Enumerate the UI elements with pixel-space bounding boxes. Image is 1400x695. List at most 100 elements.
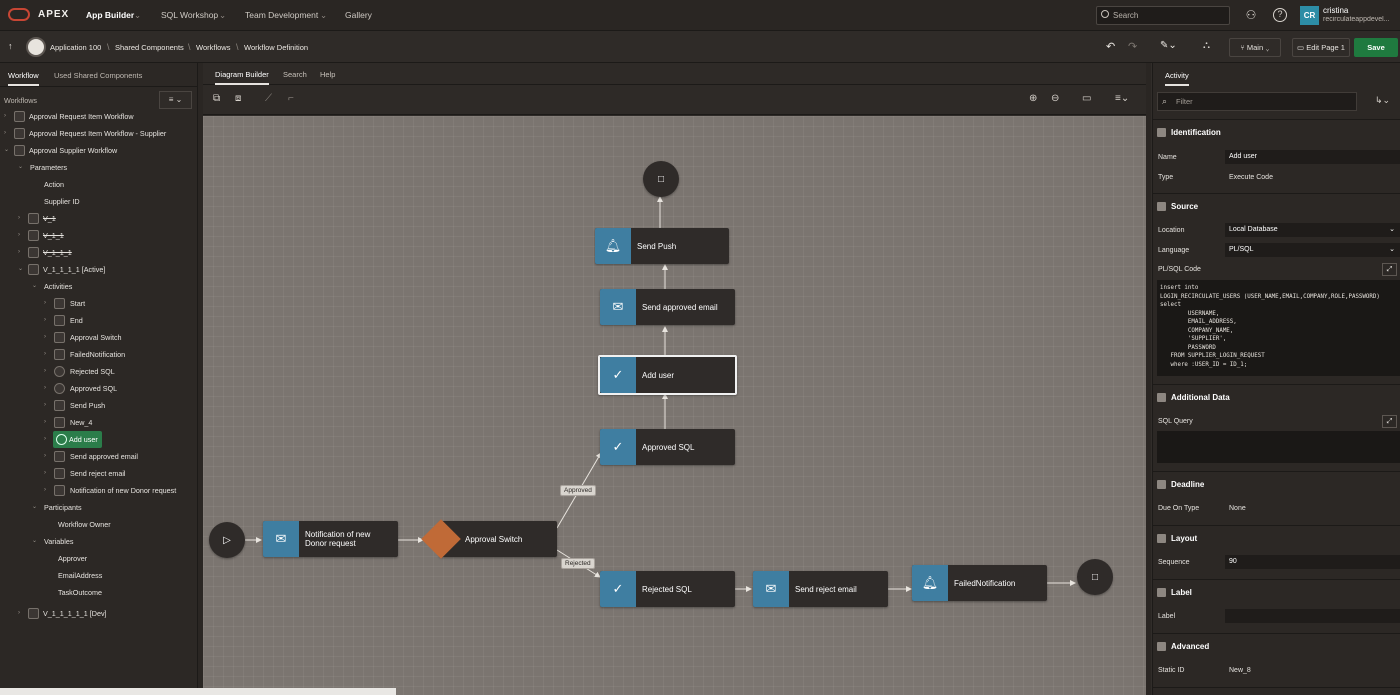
expand-icon[interactable]: ⧉	[213, 93, 220, 104]
nav-app-builder[interactable]: App Builder	[86, 10, 134, 20]
switch-icon	[54, 332, 65, 343]
diagram-area: Diagram Builder Search Help ⧉ ⧈ ⟋ ⌐ ⊕ ⊖ …	[203, 63, 1146, 695]
tab-help[interactable]: Help	[320, 70, 335, 79]
edge-label-approved[interactable]: Approved	[560, 485, 596, 496]
go-to-group-icon[interactable]: ↳⌄	[1375, 95, 1390, 106]
start-node[interactable]: ▷	[209, 522, 245, 558]
location-select[interactable]: Local Database ⌄	[1225, 223, 1400, 237]
language-select[interactable]: PL/SQL ⌄	[1225, 243, 1400, 257]
user-name[interactable]: cristina	[1323, 6, 1348, 15]
edit-page-button[interactable]: ▭ Edit Page 1	[1292, 38, 1350, 57]
fit-to-screen-icon[interactable]: ▭	[1082, 93, 1091, 104]
edit-icon: ▭	[1297, 43, 1307, 52]
end-node-top[interactable]: □	[643, 161, 679, 197]
user-admin-icon[interactable]: ⚇	[1244, 8, 1258, 22]
check-icon	[54, 383, 65, 394]
brand-name[interactable]: APEX	[38, 9, 69, 20]
help-icon[interactable]: ?	[1273, 8, 1287, 22]
collapse-icon	[1157, 642, 1166, 651]
play-icon	[54, 298, 65, 309]
node-rejected-sql[interactable]: ✓ Rejected SQL	[600, 571, 735, 607]
save-button[interactable]: Save	[1354, 38, 1398, 57]
nav-team-development[interactable]: Team Development	[245, 10, 318, 20]
static-id-label: Static ID	[1158, 667, 1185, 674]
section-label[interactable]: Label	[1153, 579, 1400, 605]
chevron-down-icon[interactable]: ⌄	[219, 10, 226, 21]
global-search-input[interactable]: Search	[1096, 6, 1230, 25]
oracle-logo-icon[interactable]	[8, 8, 30, 21]
edge-label-rejected[interactable]: Rejected	[561, 558, 595, 569]
chevron-down-icon: ⌄	[1389, 226, 1395, 233]
tab-activity[interactable]: Activity	[1165, 71, 1189, 86]
label-field[interactable]	[1225, 609, 1400, 623]
name-field[interactable]: Add user	[1225, 150, 1400, 164]
diagram-tabs: Diagram Builder Search Help	[203, 63, 1146, 85]
main-branch-button[interactable]: ⑂ Main ⌄	[1229, 38, 1281, 57]
tab-workflow[interactable]: Workflow	[8, 71, 39, 86]
version-icon	[28, 213, 39, 224]
plsql-code-editor[interactable]: insert into LOGIN_RECIRCULATE_USERS (USE…	[1157, 280, 1400, 376]
section-deadline[interactable]: Deadline	[1153, 471, 1400, 497]
node-send-approved-email[interactable]: ✉ Send approved email	[600, 289, 735, 325]
location-label: Location	[1158, 227, 1185, 234]
bell-icon	[54, 400, 65, 411]
due-on-type-value[interactable]: None	[1229, 505, 1246, 512]
redo-icon[interactable]: ↷	[1128, 40, 1137, 53]
node-send-reject-email[interactable]: ✉ Send reject email	[753, 571, 888, 607]
tree-menu-button[interactable]: ≡ ⌄	[159, 91, 192, 109]
sql-query-editor[interactable]	[1157, 431, 1400, 463]
workflow-canvas[interactable]: □ 🔔︎ Send Push ✉ Send approved email ✓ Add …	[203, 116, 1146, 695]
nav-sql-workshop[interactable]: SQL Workshop	[161, 10, 218, 20]
tab-search[interactable]: Search	[283, 70, 307, 79]
node-failed-notification[interactable]: 🔔︎ FailedNotification	[912, 565, 1047, 601]
section-source[interactable]: Source	[1153, 193, 1400, 219]
breadcrumb-workflows[interactable]: Workflows	[196, 43, 230, 52]
straight-line-icon[interactable]: ⟋	[265, 93, 272, 104]
end-node-right[interactable]: □	[1077, 559, 1113, 595]
collapse-icon[interactable]: ⧈	[235, 93, 241, 104]
type-value[interactable]: Execute Code	[1229, 174, 1273, 181]
language-label: Language	[1158, 247, 1190, 254]
zoom-out-icon[interactable]: ⊖	[1051, 93, 1059, 104]
sequence-field[interactable]: 90	[1225, 555, 1400, 569]
section-identification[interactable]: Identification	[1153, 119, 1400, 145]
node-notification-new-donor[interactable]: ✉ Notification of new Donor request	[263, 521, 398, 557]
node-send-push[interactable]: 🔔︎ Send Push	[595, 228, 729, 264]
search-placeholder: Search	[1113, 11, 1139, 20]
elbow-line-icon[interactable]: ⌐	[288, 93, 294, 104]
check-circle-icon: ✓	[600, 429, 636, 465]
node-add-user[interactable]: ✓ Add user	[598, 355, 737, 395]
shared-components-icon[interactable]: ⛬	[1203, 40, 1210, 51]
utilities-wrench-icon[interactable]: ✎⌄	[1160, 40, 1177, 51]
section-advanced[interactable]: Advanced	[1153, 633, 1400, 659]
breadcrumb: ↑ Application 100 \ Shared Components \ …	[0, 31, 1400, 63]
static-id-value[interactable]: New_8	[1229, 667, 1251, 674]
breadcrumb-shared-components[interactable]: Shared Components	[115, 43, 184, 52]
diagram-menu-icon[interactable]: ≡⌄	[1115, 93, 1129, 104]
top-bar: APEX App Builder ⌄ SQL Workshop ⌄ Team D…	[0, 0, 1400, 31]
node-approved-sql[interactable]: ✓ Approved SQL	[600, 429, 735, 465]
type-label: Type	[1158, 174, 1174, 181]
breadcrumb-application[interactable]: Application 100	[50, 43, 101, 52]
expand-editor-icon[interactable]: ⤢	[1382, 415, 1397, 428]
up-arrow-icon[interactable]: ↑	[8, 41, 13, 51]
tab-diagram-builder[interactable]: Diagram Builder	[215, 70, 269, 85]
expand-editor-icon[interactable]: ⤢	[1382, 263, 1397, 276]
section-layout[interactable]: Layout	[1153, 525, 1400, 551]
section-additional-data[interactable]: Additional Data	[1153, 384, 1400, 410]
stop-icon	[54, 315, 65, 326]
avatar[interactable]: CR	[1300, 6, 1319, 25]
chevron-down-icon[interactable]: ⌄	[320, 10, 327, 21]
undo-icon[interactable]: ↶	[1106, 40, 1115, 53]
chevron-down-icon[interactable]: ⌄	[134, 10, 141, 21]
name-label: Name	[1158, 154, 1177, 161]
tab-used-shared-components[interactable]: Used Shared Components	[54, 71, 142, 80]
user-workspace: recirculateappdevel...	[1323, 16, 1390, 23]
right-splitter[interactable]	[1146, 63, 1151, 695]
filter-input[interactable]: ⌕ Filter	[1157, 92, 1357, 111]
play-icon: ▷	[223, 534, 231, 546]
zoom-in-icon[interactable]: ⊕	[1029, 93, 1037, 104]
nav-gallery[interactable]: Gallery	[345, 10, 372, 20]
property-editor: Activity ⌕ Filter ↳⌄ Identification Name…	[1152, 63, 1400, 695]
plsql-code-label: PL/SQL Code	[1158, 266, 1201, 273]
